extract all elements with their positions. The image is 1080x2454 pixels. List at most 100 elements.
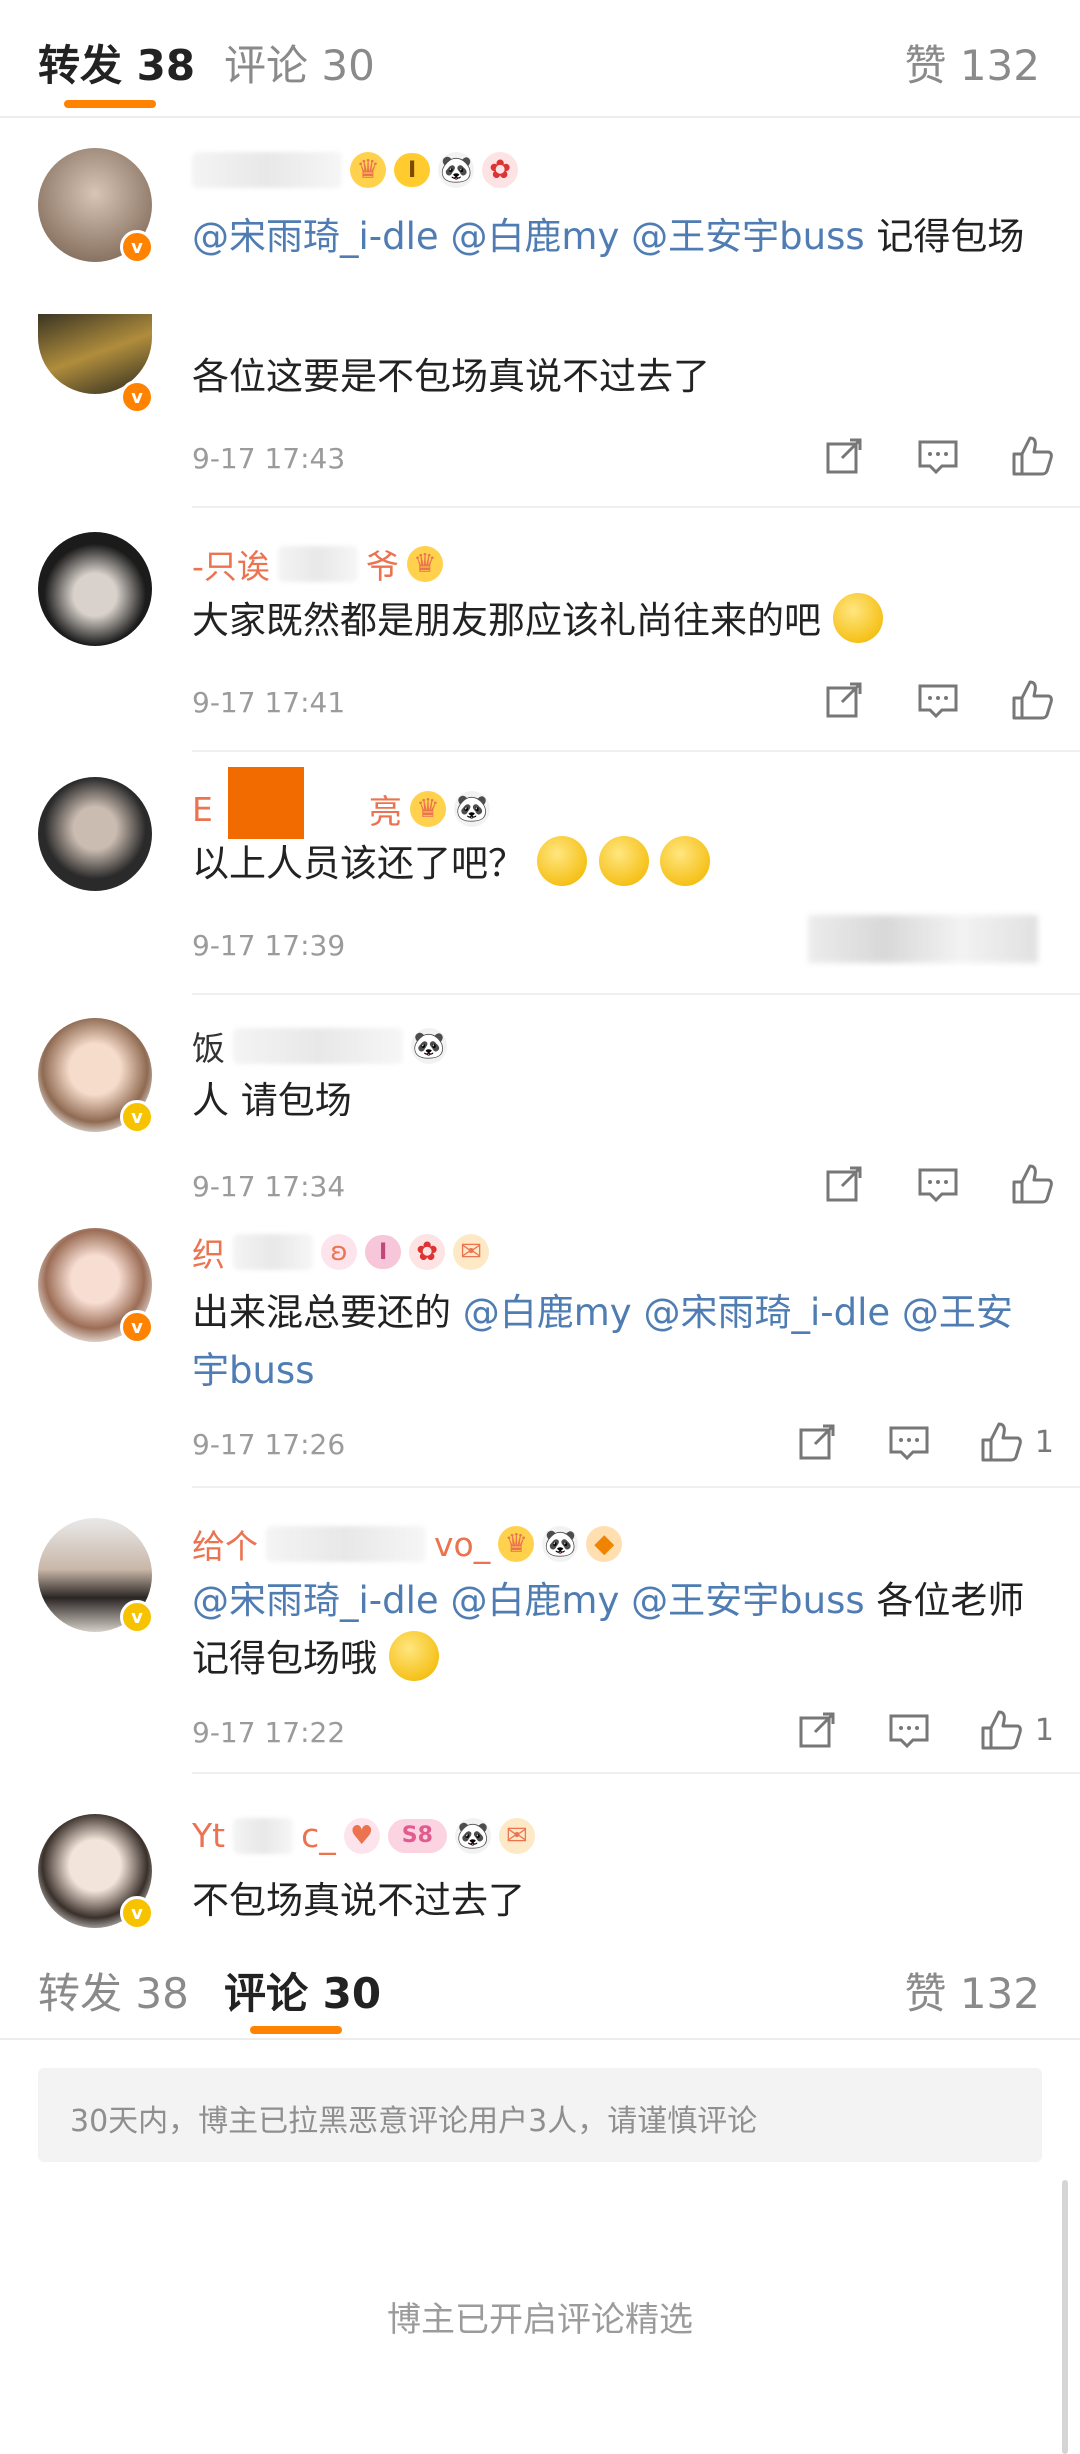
gift-icon: ✉: [453, 1234, 490, 1270]
mention-link[interactable]: @王安宇buss: [631, 215, 865, 258]
bunny-icon: ʚ: [321, 1234, 357, 1270]
username[interactable]: ♛ I 🐼 ✿: [192, 152, 519, 188]
comment-icon[interactable]: [916, 434, 960, 478]
verified-badge: v: [120, 1310, 154, 1344]
action-bar: [822, 434, 1054, 478]
blurred-actions: [808, 915, 1038, 963]
share-icon[interactable]: [795, 1708, 839, 1752]
scrollbar[interactable]: [1062, 2180, 1068, 2454]
comment-text: 人 请包场: [192, 1079, 352, 1122]
avatar[interactable]: v: [38, 1228, 154, 1344]
share-icon[interactable]: [822, 678, 866, 722]
like-icon[interactable]: 1: [979, 1708, 1054, 1752]
rooster-icon: ✿: [482, 152, 519, 188]
tab-comment[interactable]: 评论 30: [224, 1960, 381, 2021]
gift-icon: ✉: [498, 1817, 535, 1854]
tab-repost[interactable]: 转发 38: [38, 32, 195, 93]
timestamp: 9-17 17:39: [192, 929, 346, 962]
like-icon[interactable]: 1: [979, 1420, 1054, 1464]
comment-icon[interactable]: [916, 678, 960, 722]
comment-text: 不包场真说不过去了: [192, 1879, 525, 1922]
mention-link[interactable]: @宋雨琦_i-dle: [643, 1291, 890, 1334]
username[interactable]: 饭 🐼: [192, 1022, 447, 1070]
mention-link[interactable]: @白鹿my: [450, 1579, 619, 1622]
like-icon[interactable]: [1010, 434, 1054, 478]
smile-emoji-icon: [598, 836, 649, 886]
level-badge: S8: [387, 1818, 447, 1853]
bottom-tab-bar: 转发 38 评论 30 赞 132: [0, 1930, 1080, 2040]
like-icon[interactable]: [1010, 1162, 1054, 1206]
comment-icon[interactable]: [916, 1162, 960, 1206]
verified-badge: v: [120, 230, 154, 264]
divider: [0, 2038, 1080, 2040]
level-badge: I: [394, 153, 431, 187]
mention-link[interactable]: @宋雨琦_i-dle: [192, 215, 439, 258]
pig-icon: ♥: [343, 1817, 380, 1854]
action-bar: 1: [795, 1420, 1054, 1464]
username[interactable]: -只诶 爷 ♛: [192, 540, 443, 588]
love-emoji-icon: [388, 1631, 439, 1681]
comment-item: v Yt c_ ♥ S8 🐼 ✉ 不包场真说不过去了: [0, 1778, 1080, 1948]
comment-item: -只诶 爷 ♛ 大家既然都是朋友那应该礼尚往来的吧 9-17 17:41: [0, 512, 1080, 755]
notice-text: 30天内，博主已拉黑恶意评论用户3人，请谨慎评论: [70, 2104, 758, 2139]
comment-icon[interactable]: [887, 1420, 931, 1464]
username[interactable]: Yt c_ ♥ S8 🐼 ✉: [192, 1816, 535, 1855]
panda-icon: 🐼: [438, 152, 475, 188]
comment-text: 大家既然都是朋友那应该礼尚往来的吧: [192, 592, 1042, 650]
comment-item: v ♛ I 🐼 ✿ @宋雨琦_i-dle @白鹿my @王安宇buss 记得包场: [0, 118, 1080, 333]
redaction-block: [228, 767, 304, 839]
timestamp: 9-17 17:22: [192, 1716, 346, 1749]
level-badge: I: [365, 1235, 402, 1269]
comment-icon[interactable]: [887, 1708, 931, 1752]
comment-item: E 亮 ♛ 🐼 以上人员该还了吧？ 9-17 17:39: [0, 755, 1080, 998]
like-count: 1: [1034, 1712, 1054, 1748]
tab-repost[interactable]: 转发 38: [38, 1960, 189, 2021]
tab-comment[interactable]: 评论 30: [224, 32, 375, 93]
tab-likes[interactable]: 赞 132: [904, 32, 1040, 93]
tab-active-indicator: [250, 2026, 342, 2034]
verified-badge: v: [120, 380, 154, 414]
tab-likes[interactable]: 赞 132: [904, 1960, 1040, 2021]
verified-badge: v: [120, 1896, 154, 1930]
like-icon[interactable]: [1010, 678, 1054, 722]
curated-comments-note: 博主已开启评论精选: [387, 2300, 693, 2340]
avatar[interactable]: v: [38, 1018, 154, 1134]
timestamp: 9-17 17:26: [192, 1428, 346, 1461]
avatar[interactable]: [38, 777, 152, 891]
like-count: 1: [1034, 1424, 1054, 1460]
share-icon[interactable]: [822, 1162, 866, 1206]
avatar[interactable]: [38, 532, 152, 646]
avatar[interactable]: v: [38, 1518, 154, 1634]
mention-link[interactable]: @王安宇buss: [631, 1579, 865, 1622]
smile-emoji-icon: [536, 836, 587, 886]
share-icon[interactable]: [822, 434, 866, 478]
mention-link[interactable]: @白鹿my: [450, 215, 619, 258]
mention-link[interactable]: @宋雨琦_i-dle: [192, 1579, 439, 1622]
avatar[interactable]: v: [38, 314, 154, 414]
share-icon[interactable]: [795, 1420, 839, 1464]
timestamp: 9-17 17:43: [192, 442, 346, 475]
action-bar: [822, 1162, 1054, 1206]
block-notice: 30天内，博主已拉黑恶意评论用户3人，请谨慎评论: [38, 2068, 1042, 2162]
divider: [192, 1486, 1080, 1488]
action-bar: 1: [795, 1708, 1054, 1752]
crown-icon: ♛: [409, 791, 446, 827]
avatar[interactable]: v: [38, 1814, 154, 1930]
comment-item: v 饭 🐼 人 请包场 9-17 17:34: [0, 998, 1080, 1218]
avatar[interactable]: v: [38, 148, 154, 264]
divider: [192, 993, 1080, 995]
comment-text: @宋雨琦_i-dle @白鹿my @王安宇buss 记得包场: [192, 215, 1025, 258]
mention-link[interactable]: @白鹿my: [463, 1291, 632, 1334]
divider: [192, 1772, 1080, 1774]
comment-item: v 各位这要是不包场真说不过去了 9-17 17:43: [0, 314, 1080, 512]
verified-badge: v: [120, 1600, 154, 1634]
username[interactable]: 织 ʚ I ✿ ✉: [192, 1228, 490, 1276]
crown-icon: ♛: [498, 1526, 535, 1562]
divider: [192, 750, 1080, 752]
username[interactable]: 给个 vo_ ♛ 🐼 ◆: [192, 1520, 623, 1568]
comment-item: v 给个 vo_ ♛ 🐼 ◆ @宋雨琦_i-dle @白鹿my @王安宇buss…: [0, 1490, 1080, 1778]
panda-icon: 🐼: [411, 1028, 447, 1064]
comment-item: v 织 ʚ I ✿ ✉ 出来混总要还的 @白鹿my @宋雨琦_i-dle @王安…: [0, 1218, 1080, 1490]
crown-icon: ♛: [406, 546, 443, 582]
rooster-icon: ✿: [409, 1234, 446, 1270]
